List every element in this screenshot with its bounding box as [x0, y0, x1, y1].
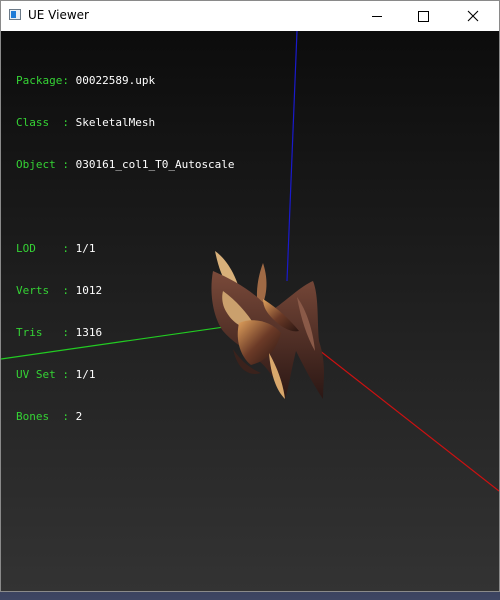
tris-value: 1316 [75, 326, 103, 339]
verts-label: Verts : [16, 284, 69, 297]
minimize-button[interactable] [354, 1, 400, 31]
class-value: SkeletalMesh [75, 116, 156, 129]
info-row-verts: Verts : 1012 [16, 284, 235, 298]
close-icon [467, 10, 478, 22]
package-label: Package: [16, 74, 69, 87]
title-bar[interactable]: UE Viewer [1, 1, 499, 31]
lod-value: 1/1 [75, 242, 96, 255]
info-row-uvset: UV Set : 1/1 [16, 368, 235, 382]
verts-value: 1012 [75, 284, 103, 297]
info-row-object: Object : 030161_col1_T0_Autoscale [16, 158, 235, 172]
info-row-tris: Tris : 1316 [16, 326, 235, 340]
maximize-icon [417, 10, 429, 22]
class-label: Class : [16, 116, 69, 129]
uvset-label: UV Set : [16, 368, 69, 381]
object-label: Object : [16, 158, 69, 171]
bones-value: 2 [75, 410, 83, 423]
ue-viewer-window: UE Viewer Package: 00022589.upk Class: … [0, 0, 500, 592]
window-title: UE Viewer [28, 8, 89, 22]
info-row-lod: LOD : 1/1 [16, 242, 235, 256]
tris-label: Tris : [16, 326, 69, 339]
lod-label: LOD : [16, 242, 69, 255]
mesh-info-panel: Package: 00022589.upk Class : SkeletalMe… [16, 46, 235, 452]
info-row-package: Package: 00022589.upk [16, 74, 235, 88]
app-icon [9, 9, 21, 20]
maximize-button[interactable] [400, 1, 446, 31]
3d-viewport[interactable]: Package: 00022589.upk Class : SkeletalMe… [1, 31, 499, 591]
close-button[interactable] [446, 1, 499, 31]
minimize-icon [372, 15, 382, 17]
package-value: 00022589.upk [75, 74, 156, 87]
z-axis-line [286, 31, 298, 282]
info-spacer [16, 200, 235, 214]
info-row-class: Class : SkeletalMesh [16, 116, 235, 130]
bones-label: Bones : [16, 410, 69, 423]
x-axis-line [300, 335, 499, 492]
object-value: 030161_col1_T0_Autoscale [75, 158, 235, 171]
uvset-value: 1/1 [75, 368, 96, 381]
info-row-bones: Bones : 2 [16, 410, 235, 424]
